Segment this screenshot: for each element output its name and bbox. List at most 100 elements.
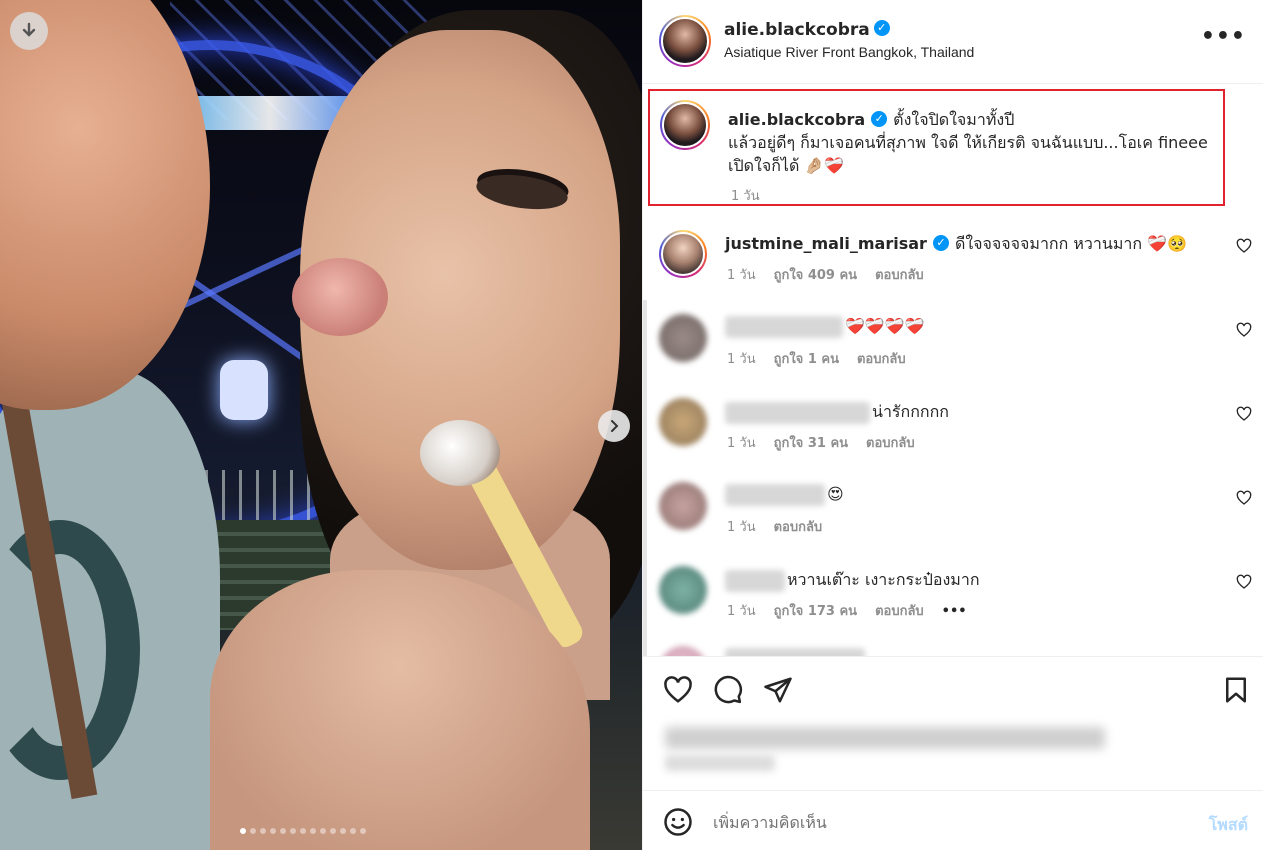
reply-button[interactable]: ตอบกลับ: [774, 520, 823, 535]
comment-item: หวานเต๊าะ เงาะกระป๋องมาก 1 วัน ถูกใจ 173 …: [643, 560, 1263, 640]
comment-meta: 1 วัน ตอบกลับ: [727, 516, 840, 537]
caption-username[interactable]: alie.blackcobra: [728, 110, 865, 129]
next-image-button[interactable]: [598, 410, 630, 442]
comment-body: 😍: [827, 484, 844, 504]
comment-meta: 1 วัน ถูกใจ 1 คน ตอบกลับ: [727, 348, 924, 369]
comment-like-icon[interactable]: [1236, 322, 1252, 338]
share-icon[interactable]: [763, 675, 793, 705]
chevron-right-icon: [611, 420, 619, 432]
comment-meta: 1 วัน ถูกใจ 409 คน ตอบกลับ: [727, 264, 942, 285]
commenter-avatar[interactable]: [659, 566, 707, 614]
heart-icon[interactable]: [663, 675, 693, 705]
comment-text: น่ารักกกกก: [725, 400, 949, 425]
comment-like-icon[interactable]: [1236, 238, 1252, 254]
commenter-avatar[interactable]: [659, 482, 707, 530]
comment-text: หวานเต๊าะ เงาะกระป๋องมาก: [725, 568, 980, 593]
download-icon: [22, 22, 36, 37]
post-location[interactable]: Asiatique River Front Bangkok, Thailand: [724, 44, 974, 60]
comment-input[interactable]: [713, 809, 1173, 835]
post-comment-button[interactable]: โพสต์: [1209, 813, 1248, 838]
comment-item: 😍 1 วัน ตอบกลับ: [643, 476, 1263, 556]
comment-text: justmine_mali_marisar ✓ ดีใจจจจจจมากก หวาน…: [725, 232, 1187, 257]
likes-summary-blurred[interactable]: [665, 727, 1105, 749]
commenter-avatar[interactable]: [659, 646, 707, 656]
caption-timestamp[interactable]: 1 วัน: [731, 185, 760, 206]
comment-body: ❤️‍🩹❤️‍🩹❤️‍🩹❤️‍🩹: [845, 316, 925, 336]
comment-icon[interactable]: [713, 675, 743, 705]
post-header: alie.blackcobra ✓ Asiatique River Front B…: [643, 0, 1263, 84]
post-actions: [643, 656, 1263, 790]
comment-likes[interactable]: ถูกใจ 1 คน: [774, 352, 839, 367]
comment-time[interactable]: 1 วัน: [727, 268, 756, 283]
comment-time[interactable]: 1 วัน: [727, 520, 756, 535]
comment-body: หวานเต๊าะ เงาะกระป๋องมาก: [787, 570, 980, 589]
commenter-username[interactable]: justmine_mali_marisar: [725, 234, 927, 253]
commenter-username-blurred[interactable]: [725, 648, 865, 656]
reply-button[interactable]: ตอบกลับ: [875, 268, 924, 283]
comment-like-icon[interactable]: [1236, 406, 1252, 422]
comment-meta: 1 วัน ถูกใจ 173 คน ตอบกลับ •••: [727, 600, 985, 621]
reply-button[interactable]: ตอบกลับ: [866, 436, 915, 451]
carousel-dot: [300, 828, 306, 834]
caption-highlight: alie.blackcobra ✓ ตั้งใจปิดใจมาทั้งปี แล้ว…: [648, 89, 1225, 206]
author-username[interactable]: alie.blackcobra ✓: [724, 20, 890, 40]
comment-likes[interactable]: ถูกใจ 173 คน: [774, 604, 857, 619]
carousel-dot: [330, 828, 336, 834]
commenter-avatar[interactable]: [659, 314, 707, 362]
carousel-dot: [240, 828, 246, 834]
photo-ice-cream: [420, 420, 500, 486]
commenter-username-blurred[interactable]: [725, 401, 870, 424]
comment-item-partial: [643, 640, 1263, 656]
carousel-dot: [360, 828, 366, 834]
comments-section[interactable]: alie.blackcobra ✓ ตั้งใจปิดใจมาทั้งปี แล้ว…: [643, 84, 1263, 656]
comment-more-icon[interactable]: •••: [942, 604, 967, 619]
carousel-dots: [240, 828, 366, 834]
comment-body: ดีใจจจจจจมากก หวานมาก ❤️‍🩹🥺: [954, 234, 1187, 253]
commenter-avatar[interactable]: [659, 230, 707, 278]
carousel-dot: [320, 828, 326, 834]
photo-lips: [292, 258, 388, 336]
verified-icon: ✓: [932, 234, 949, 251]
comment-likes[interactable]: ถูกใจ 409 คน: [774, 268, 857, 283]
bookmark-icon[interactable]: [1221, 675, 1251, 705]
verified-icon: ✓: [871, 110, 888, 127]
comment-text: [725, 648, 867, 656]
caption-line-1: ตั้งใจปิดใจมาทั้งปี: [893, 110, 1015, 129]
comment-time[interactable]: 1 วัน: [727, 604, 756, 619]
post-photo[interactable]: [0, 0, 642, 850]
caption-line-2: แล้วอยู่ดีๆ ก็มาเจอคนที่สุภาพ ใจดี ให้เก…: [728, 133, 1208, 152]
comment-text: ❤️‍🩹❤️‍🩹❤️‍🩹❤️‍🩹: [725, 316, 925, 338]
more-options-icon[interactable]: •••: [1201, 24, 1246, 49]
commenter-username-blurred[interactable]: [725, 569, 785, 592]
comment-item: ❤️‍🩹❤️‍🩹❤️‍🩹❤️‍🩹 1 วัน ถูกใจ 1 คน ตอบกลับ: [643, 308, 1263, 388]
emoji-icon[interactable]: [663, 807, 693, 837]
post-date-blurred: [665, 755, 775, 771]
comment-time[interactable]: 1 วัน: [727, 436, 756, 451]
caption-line-3: เปิดใจก็ได้ 🤌🏼❤️‍🩹: [728, 156, 845, 175]
comments-scrollbar[interactable]: [643, 300, 647, 656]
comment-time[interactable]: 1 วัน: [727, 352, 756, 367]
verified-icon: ✓: [873, 20, 890, 36]
comment-like-icon[interactable]: [1236, 490, 1252, 506]
photo-gondola: [220, 360, 268, 420]
comment-meta: 1 วัน ถูกใจ 31 คน ตอบกลับ: [727, 432, 933, 453]
carousel-dot: [290, 828, 296, 834]
comment-like-icon[interactable]: [1236, 574, 1252, 590]
reply-button[interactable]: ตอบกลับ: [857, 352, 906, 367]
carousel-dot: [310, 828, 316, 834]
commenter-username-blurred[interactable]: [725, 484, 825, 506]
author-avatar[interactable]: [659, 15, 711, 67]
carousel-dot: [260, 828, 266, 834]
commenter-avatar[interactable]: [659, 398, 707, 446]
comment-item: น่ารักกกกก 1 วัน ถูกใจ 31 คน ตอบกลับ: [643, 392, 1263, 472]
caption-avatar[interactable]: [660, 100, 710, 150]
comment-item: justmine_mali_marisar ✓ ดีใจจจจจจมากก หวาน…: [643, 224, 1263, 304]
carousel-dot: [350, 828, 356, 834]
caption-text: alie.blackcobra ✓ ตั้งใจปิดใจมาทั้งปี แล้ว…: [728, 108, 1224, 177]
comment-body: น่ารักกกกก: [872, 402, 949, 421]
comment-likes[interactable]: ถูกใจ 31 คน: [774, 436, 848, 451]
reply-button[interactable]: ตอบกลับ: [875, 604, 924, 619]
download-button[interactable]: [10, 12, 48, 50]
commenter-username-blurred[interactable]: [725, 316, 843, 338]
comment-composer: โพสต์: [643, 790, 1263, 850]
